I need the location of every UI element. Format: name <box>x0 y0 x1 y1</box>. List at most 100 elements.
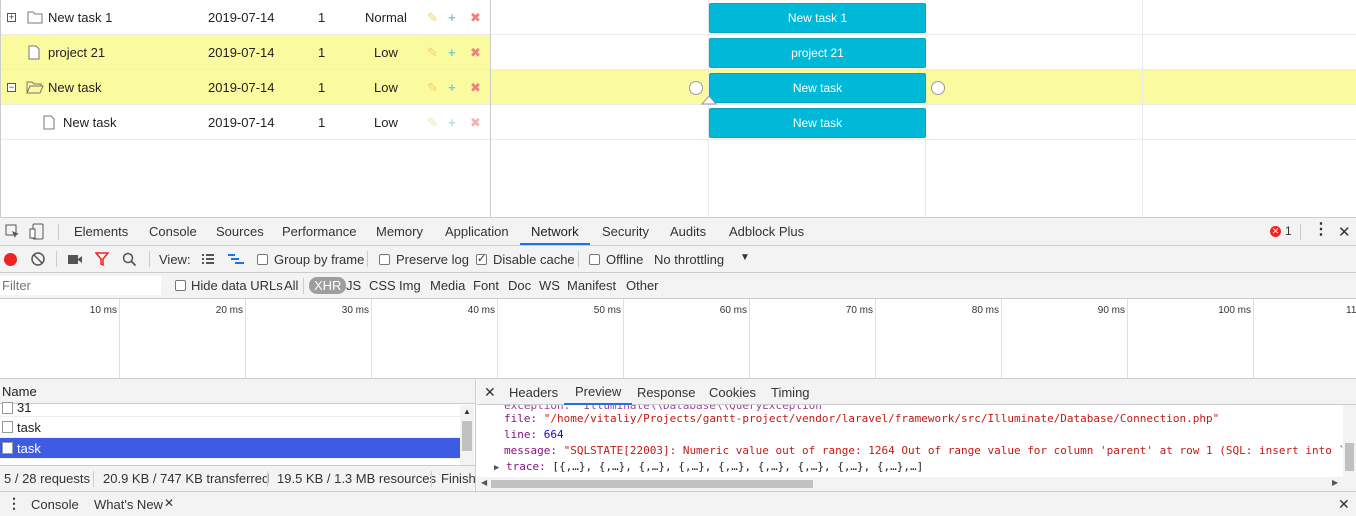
task-bar[interactable]: New task <box>709 108 926 138</box>
tab-application[interactable]: Application <box>445 218 509 245</box>
record-icon[interactable] <box>4 253 17 266</box>
preview-line-trace[interactable]: ▶ trace: [{,…}, {,…}, {,…}, {,…}, {,…}, … <box>494 460 923 473</box>
add-icon[interactable]: + <box>448 46 456 59</box>
grid-row[interactable]: project 21 2019-07-14 1 Low ✎ + ✖ <box>1 35 491 70</box>
filter-type-doc[interactable]: Doc <box>508 278 531 293</box>
preserve-log-checkbox[interactable] <box>379 254 390 265</box>
chevron-down-icon[interactable]: ▼ <box>740 252 750 263</box>
tab-adblock-plus[interactable]: Adblock Plus <box>729 218 804 245</box>
tab-security[interactable]: Security <box>602 218 649 245</box>
edit-icon[interactable]: ✎ <box>427 81 438 94</box>
task-bar[interactable]: New task <box>709 73 926 103</box>
tab-network[interactable]: Network <box>520 218 590 245</box>
scroll-right-icon[interactable]: ▶ <box>1332 478 1338 487</box>
delete-icon[interactable]: ✖ <box>470 46 481 59</box>
filter-type-js[interactable]: JS <box>346 278 361 293</box>
tab-cookies[interactable]: Cookies <box>709 385 756 400</box>
filter-type-css[interactable]: CSS <box>369 278 396 293</box>
progress-drag-icon[interactable] <box>701 95 717 105</box>
hide-data-urls-checkbox[interactable] <box>175 280 186 291</box>
group-by-frame-label[interactable]: Group by frame <box>274 252 364 267</box>
tab-elements[interactable]: Elements <box>74 218 128 245</box>
tab-console[interactable]: Console <box>149 218 197 245</box>
close-icon[interactable]: ✕ <box>1338 223 1351 241</box>
tab-response[interactable]: Response <box>637 385 696 400</box>
vertical-scrollbar[interactable] <box>1343 405 1356 477</box>
tab-memory[interactable]: Memory <box>376 218 423 245</box>
filter-type-font[interactable]: Font <box>473 278 499 293</box>
filter-type-ws[interactable]: WS <box>539 278 560 293</box>
close-icon[interactable]: ✕ <box>484 384 496 401</box>
delete-icon[interactable]: ✖ <box>470 81 481 94</box>
tab-audits[interactable]: Audits <box>670 218 706 245</box>
grid-row[interactable]: + New task 1 2019-07-14 1 Normal ✎ + ✖ <box>1 0 491 35</box>
offline-checkbox[interactable] <box>589 254 600 265</box>
clear-icon[interactable] <box>31 252 45 266</box>
add-icon[interactable]: + <box>448 81 456 94</box>
tab-performance[interactable]: Performance <box>282 218 356 245</box>
grid-row[interactable]: New task 2019-07-14 1 Low ✎ + ✖ <box>1 105 491 140</box>
add-icon[interactable]: + <box>448 11 456 24</box>
scrollbar[interactable]: ▲ <box>460 405 474 465</box>
preview-content: exception: "Illuminate\\Database\\QueryE… <box>477 405 1343 477</box>
request-row-selected[interactable]: task <box>0 438 460 459</box>
filter-icon[interactable] <box>95 252 109 266</box>
expand-toggle[interactable]: + <box>7 13 16 22</box>
edit-icon[interactable]: ✎ <box>427 46 438 59</box>
delete-icon[interactable]: ✖ <box>470 11 481 24</box>
disable-cache-label[interactable]: Disable cache <box>493 252 575 267</box>
filter-input[interactable] <box>0 276 161 295</box>
scrollbar-thumb[interactable] <box>1345 443 1354 471</box>
drawer-tab-whats-new[interactable]: What's New <box>94 497 163 512</box>
timeline-overview[interactable]: 10 ms 20 ms 30 ms 40 ms 50 ms 60 ms 70 m… <box>0 299 1356 379</box>
waterfall-icon[interactable] <box>227 253 245 265</box>
search-icon[interactable] <box>122 252 137 267</box>
error-icon[interactable]: ✕ <box>1270 226 1281 237</box>
grid-row[interactable]: − New task 2019-07-14 1 Low ✎ + ✖ <box>1 70 491 105</box>
filter-type-other[interactable]: Other <box>626 278 659 293</box>
filter-type-xhr[interactable]: XHR <box>309 277 347 294</box>
disable-cache-checkbox[interactable] <box>476 252 487 265</box>
close-drawer-icon[interactable]: ✕ <box>1338 496 1350 513</box>
large-rows-icon[interactable] <box>201 253 215 265</box>
request-row[interactable]: 31 <box>0 401 460 417</box>
offline-label[interactable]: Offline <box>606 252 643 267</box>
more-options-icon[interactable]: ⋮ <box>1313 222 1329 238</box>
tab-sources[interactable]: Sources <box>216 218 264 245</box>
task-bar[interactable]: project 21 <box>709 38 926 68</box>
filter-type-manifest[interactable]: Manifest <box>567 278 616 293</box>
scrollbar-thumb[interactable] <box>462 421 472 451</box>
tab-preview[interactable]: Preview <box>564 379 633 405</box>
drawer-tab-console[interactable]: Console <box>31 497 79 512</box>
hide-data-urls-label[interactable]: Hide data URLs <box>191 278 283 293</box>
preserve-log-label[interactable]: Preserve log <box>396 252 469 267</box>
expand-triangle-icon[interactable]: ▶ <box>494 463 499 473</box>
group-by-frame-checkbox[interactable] <box>257 254 268 265</box>
filter-type-all[interactable]: All <box>284 278 298 293</box>
screenshot-camera-icon[interactable] <box>67 254 83 265</box>
device-toolbar-icon[interactable] <box>29 223 45 240</box>
close-icon[interactable]: ✕ <box>164 496 174 510</box>
scroll-left-icon[interactable]: ◀ <box>481 478 487 487</box>
add-icon[interactable]: + <box>448 116 456 129</box>
request-row[interactable]: task <box>0 417 460 438</box>
scroll-up-icon[interactable]: ▲ <box>463 407 471 416</box>
timeline-gridline <box>875 299 876 378</box>
tab-headers[interactable]: Headers <box>509 385 558 400</box>
edit-icon[interactable]: ✎ <box>427 116 438 129</box>
edit-icon[interactable]: ✎ <box>427 11 438 24</box>
task-bar[interactable]: New task 1 <box>709 3 926 33</box>
drawer-menu-icon[interactable]: ⋮ <box>7 496 21 510</box>
horizontal-scrollbar[interactable]: ◀ ▶ <box>477 477 1356 491</box>
scrollbar-thumb[interactable] <box>491 480 813 488</box>
throttling-select[interactable]: No throttling <box>654 252 724 267</box>
tab-timing[interactable]: Timing <box>771 385 810 400</box>
filter-type-media[interactable]: Media <box>430 278 465 293</box>
link-start-handle[interactable] <box>689 81 703 95</box>
delete-icon[interactable]: ✖ <box>470 116 481 129</box>
link-end-handle[interactable] <box>931 81 945 95</box>
error-count[interactable]: 1 <box>1285 224 1292 238</box>
filter-type-img[interactable]: Img <box>399 278 421 293</box>
inspect-element-icon[interactable] <box>5 224 21 240</box>
collapse-toggle[interactable]: − <box>7 83 16 92</box>
